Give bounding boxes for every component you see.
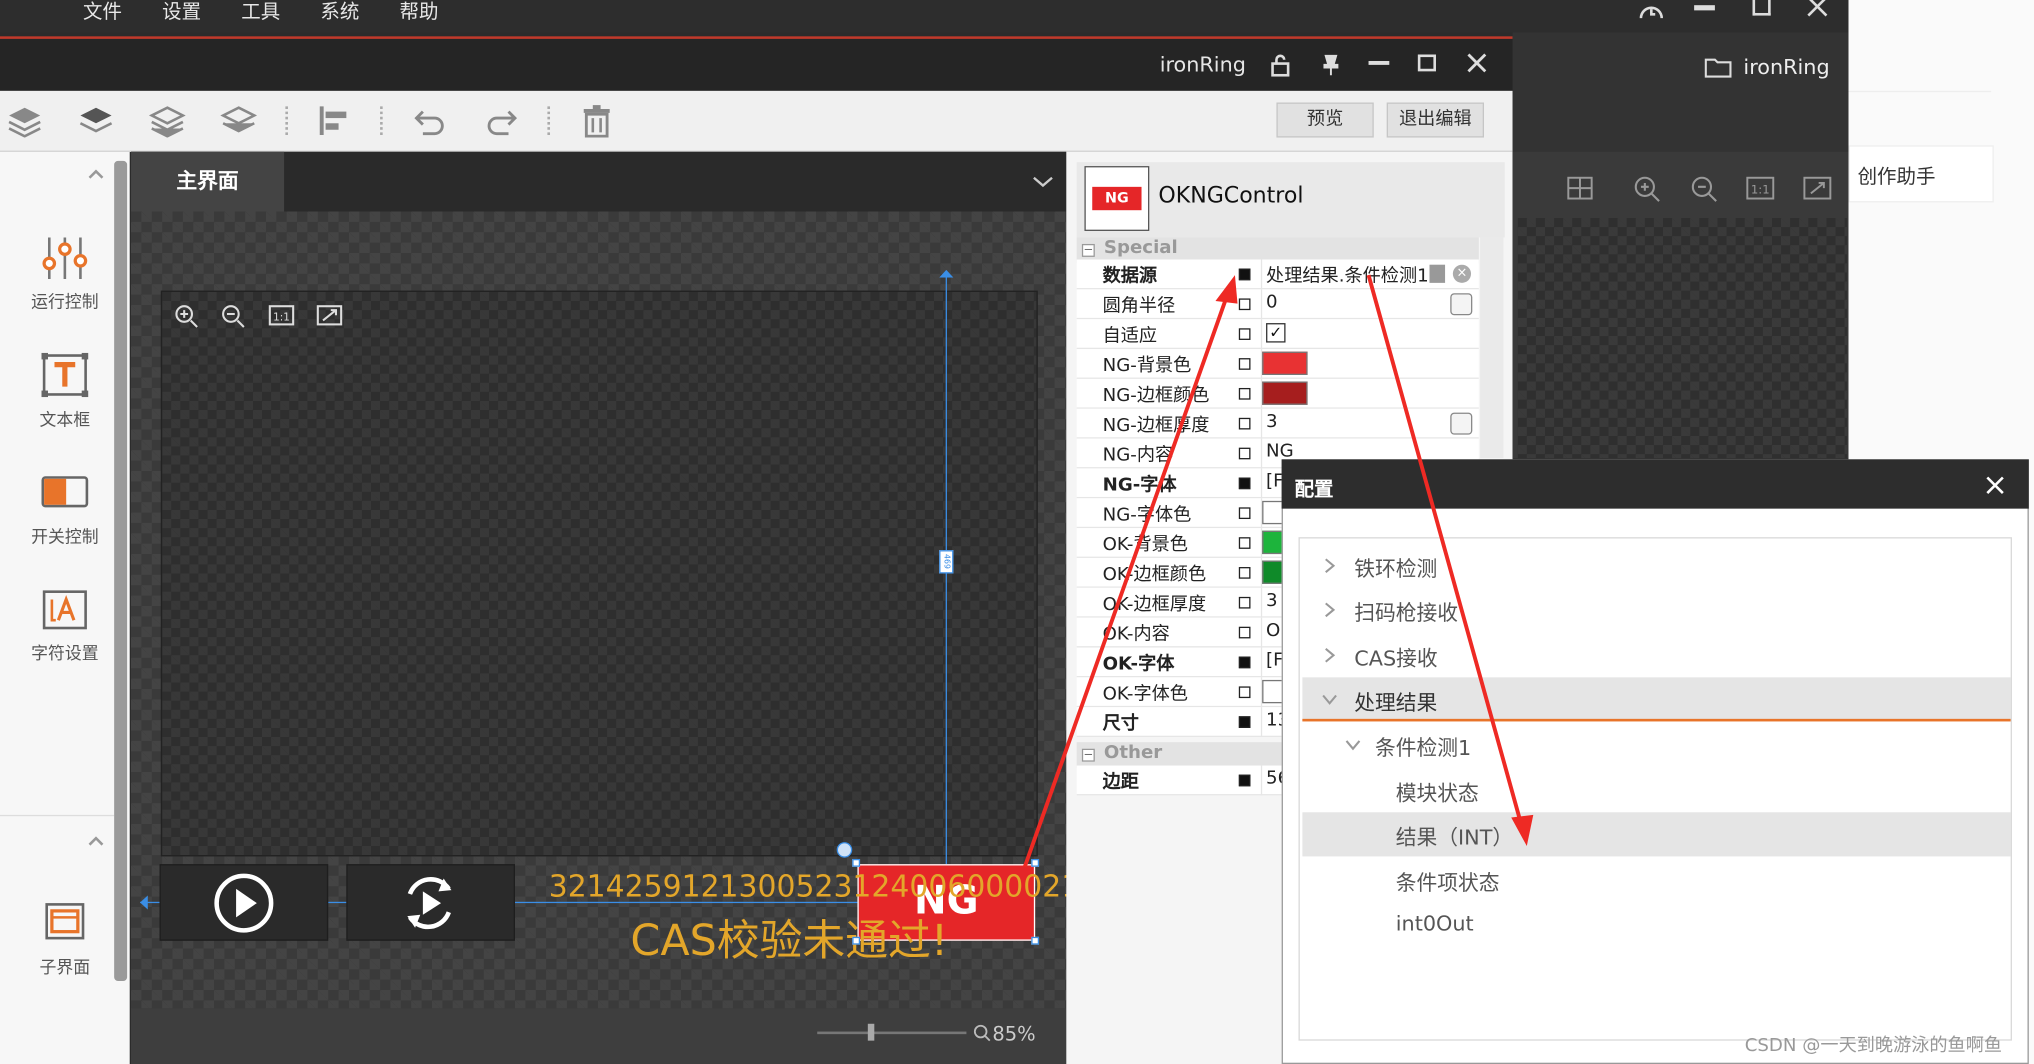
watermark: CSDN @一天到晚游泳的鱼啊鱼: [1744, 1035, 2003, 1057]
annotation-arrows: [1022, 274, 1534, 868]
